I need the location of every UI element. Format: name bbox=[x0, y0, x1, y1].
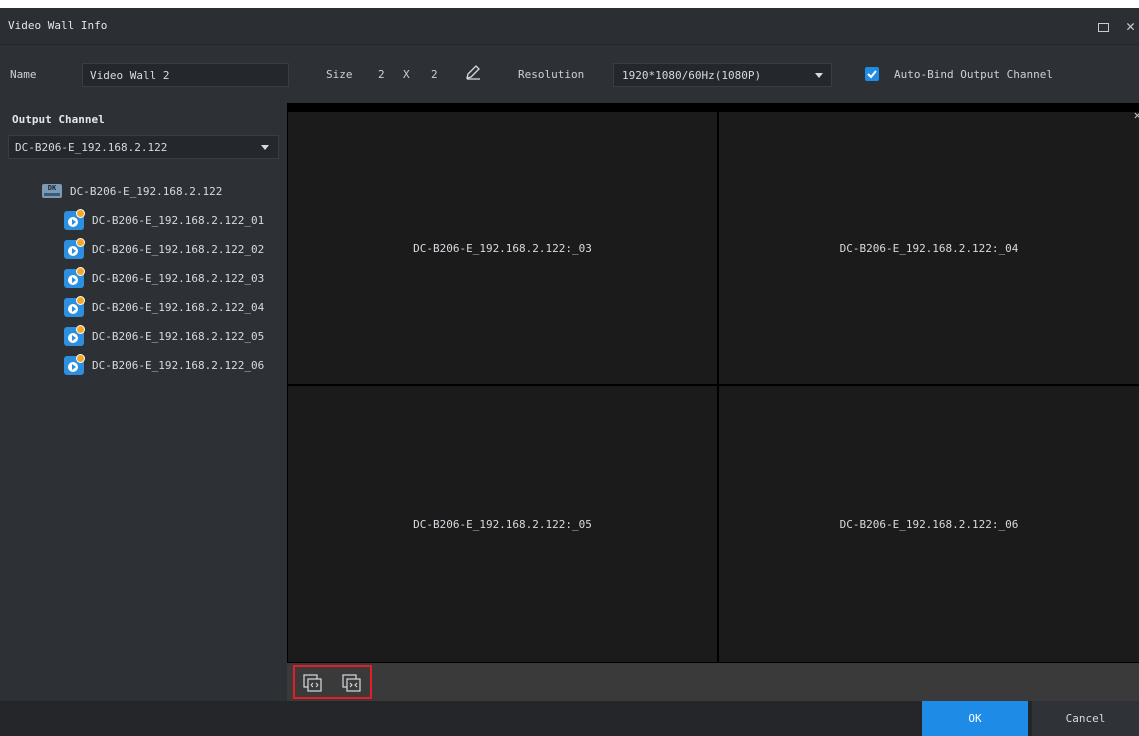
output-channel-icon bbox=[64, 325, 85, 346]
video-wall-grid: DC-B206-E_192.168.2.122:_03 DC-B206-E_19… bbox=[287, 103, 1139, 663]
chevron-down-icon bbox=[261, 145, 269, 150]
panel-title: Output Channel bbox=[12, 113, 105, 126]
tree-channel[interactable]: DC-B206-E_192.168.2.122_02 bbox=[64, 238, 274, 261]
device-select-value: DC-B206-E_192.168.2.122 bbox=[15, 141, 168, 154]
name-label: Name bbox=[10, 68, 37, 81]
unbind-screens-icon[interactable] bbox=[303, 674, 323, 692]
output-channel-icon bbox=[64, 209, 85, 230]
title-bar: Video Wall Info ✕ bbox=[0, 8, 1139, 45]
ok-button[interactable]: OK bbox=[922, 701, 1028, 736]
bind-tools-highlight bbox=[293, 665, 372, 699]
tree-channel[interactable]: DC-B206-E_192.168.2.122_01 bbox=[64, 209, 274, 232]
tree-device[interactable]: DK DC-B206-E_192.168.2.122 bbox=[42, 181, 272, 203]
output-channel-icon bbox=[64, 354, 85, 375]
tree-channel-label: DC-B206-E_192.168.2.122_06 bbox=[92, 359, 265, 372]
tree-channel-label: DC-B206-E_192.168.2.122_05 bbox=[92, 330, 265, 343]
size-separator: X bbox=[403, 68, 410, 81]
tree-channel[interactable]: DC-B206-E_192.168.2.122_05 bbox=[64, 325, 274, 348]
maximize-icon[interactable] bbox=[1098, 23, 1109, 32]
auto-bind-label: Auto-Bind Output Channel bbox=[894, 68, 1053, 81]
wall-screen[interactable]: DC-B206-E_192.168.2.122:_04 bbox=[719, 112, 1139, 384]
video-wall-info-dialog: Video Wall Info ✕ Name Size 2 X 2 Resolu… bbox=[0, 8, 1139, 736]
screen-label: DC-B206-E_192.168.2.122:_04 bbox=[839, 241, 1019, 255]
screen-label: DC-B206-E_192.168.2.122:_03 bbox=[413, 241, 592, 255]
wall-toolbar bbox=[287, 663, 1139, 701]
resolution-value: 1920*1080/60Hz(1080P) bbox=[622, 69, 762, 82]
output-channel-icon bbox=[64, 296, 85, 317]
config-row: Name Size 2 X 2 Resolution 1920*1080/60H… bbox=[0, 45, 1139, 103]
tree-channel-label: DC-B206-E_192.168.2.122_04 bbox=[92, 301, 265, 314]
resolution-label: Resolution bbox=[518, 68, 585, 81]
screen-label: DC-B206-E_192.168.2.122:_05 bbox=[413, 517, 592, 531]
wall-screen[interactable]: DC-B206-E_192.168.2.122:_03 bbox=[288, 112, 717, 384]
tree-device-label: DC-B206-E_192.168.2.122 bbox=[70, 185, 223, 198]
cancel-button[interactable]: Cancel bbox=[1032, 701, 1139, 736]
wall-screen[interactable]: DC-B206-E_192.168.2.122:_05 bbox=[288, 386, 717, 662]
bind-screens-icon[interactable] bbox=[342, 674, 362, 692]
dialog-footer: OK Cancel bbox=[0, 701, 1139, 736]
wall-screen[interactable]: DC-B206-E_192.168.2.122:_06 bbox=[719, 386, 1139, 662]
output-channel-icon bbox=[64, 267, 85, 288]
close-icon[interactable]: ✕ bbox=[1126, 16, 1135, 36]
chevron-down-icon bbox=[815, 73, 823, 78]
tree-channel-label: DC-B206-E_192.168.2.122_01 bbox=[92, 214, 265, 227]
device-select[interactable]: DC-B206-E_192.168.2.122 bbox=[8, 135, 279, 159]
name-input[interactable] bbox=[82, 63, 289, 87]
tree-channel[interactable]: DC-B206-E_192.168.2.122_06 bbox=[64, 354, 274, 377]
close-screen-icon[interactable]: ✕ bbox=[1134, 108, 1139, 122]
auto-bind-checkbox[interactable] bbox=[865, 67, 879, 81]
tree-channel[interactable]: DC-B206-E_192.168.2.122_04 bbox=[64, 296, 274, 319]
tree-channel-label: DC-B206-E_192.168.2.122_03 bbox=[92, 272, 265, 285]
checkmark-icon bbox=[867, 70, 877, 79]
resolution-select[interactable]: 1920*1080/60Hz(1080P) bbox=[613, 63, 832, 87]
output-channel-panel: Output Channel DC-B206-E_192.168.2.122 D… bbox=[0, 103, 287, 701]
tree-channel[interactable]: DC-B206-E_192.168.2.122_03 bbox=[64, 267, 274, 290]
edit-size-icon[interactable] bbox=[464, 63, 482, 81]
size-rows[interactable]: 2 bbox=[378, 68, 385, 81]
tree-channel-label: DC-B206-E_192.168.2.122_02 bbox=[92, 243, 265, 256]
size-label: Size bbox=[326, 68, 353, 81]
screen-label: DC-B206-E_192.168.2.122:_06 bbox=[839, 517, 1019, 531]
output-channel-icon bbox=[64, 238, 85, 259]
dialog-title: Video Wall Info bbox=[8, 19, 108, 32]
decoder-device-icon: DK bbox=[42, 184, 62, 198]
size-cols[interactable]: 2 bbox=[431, 68, 438, 81]
